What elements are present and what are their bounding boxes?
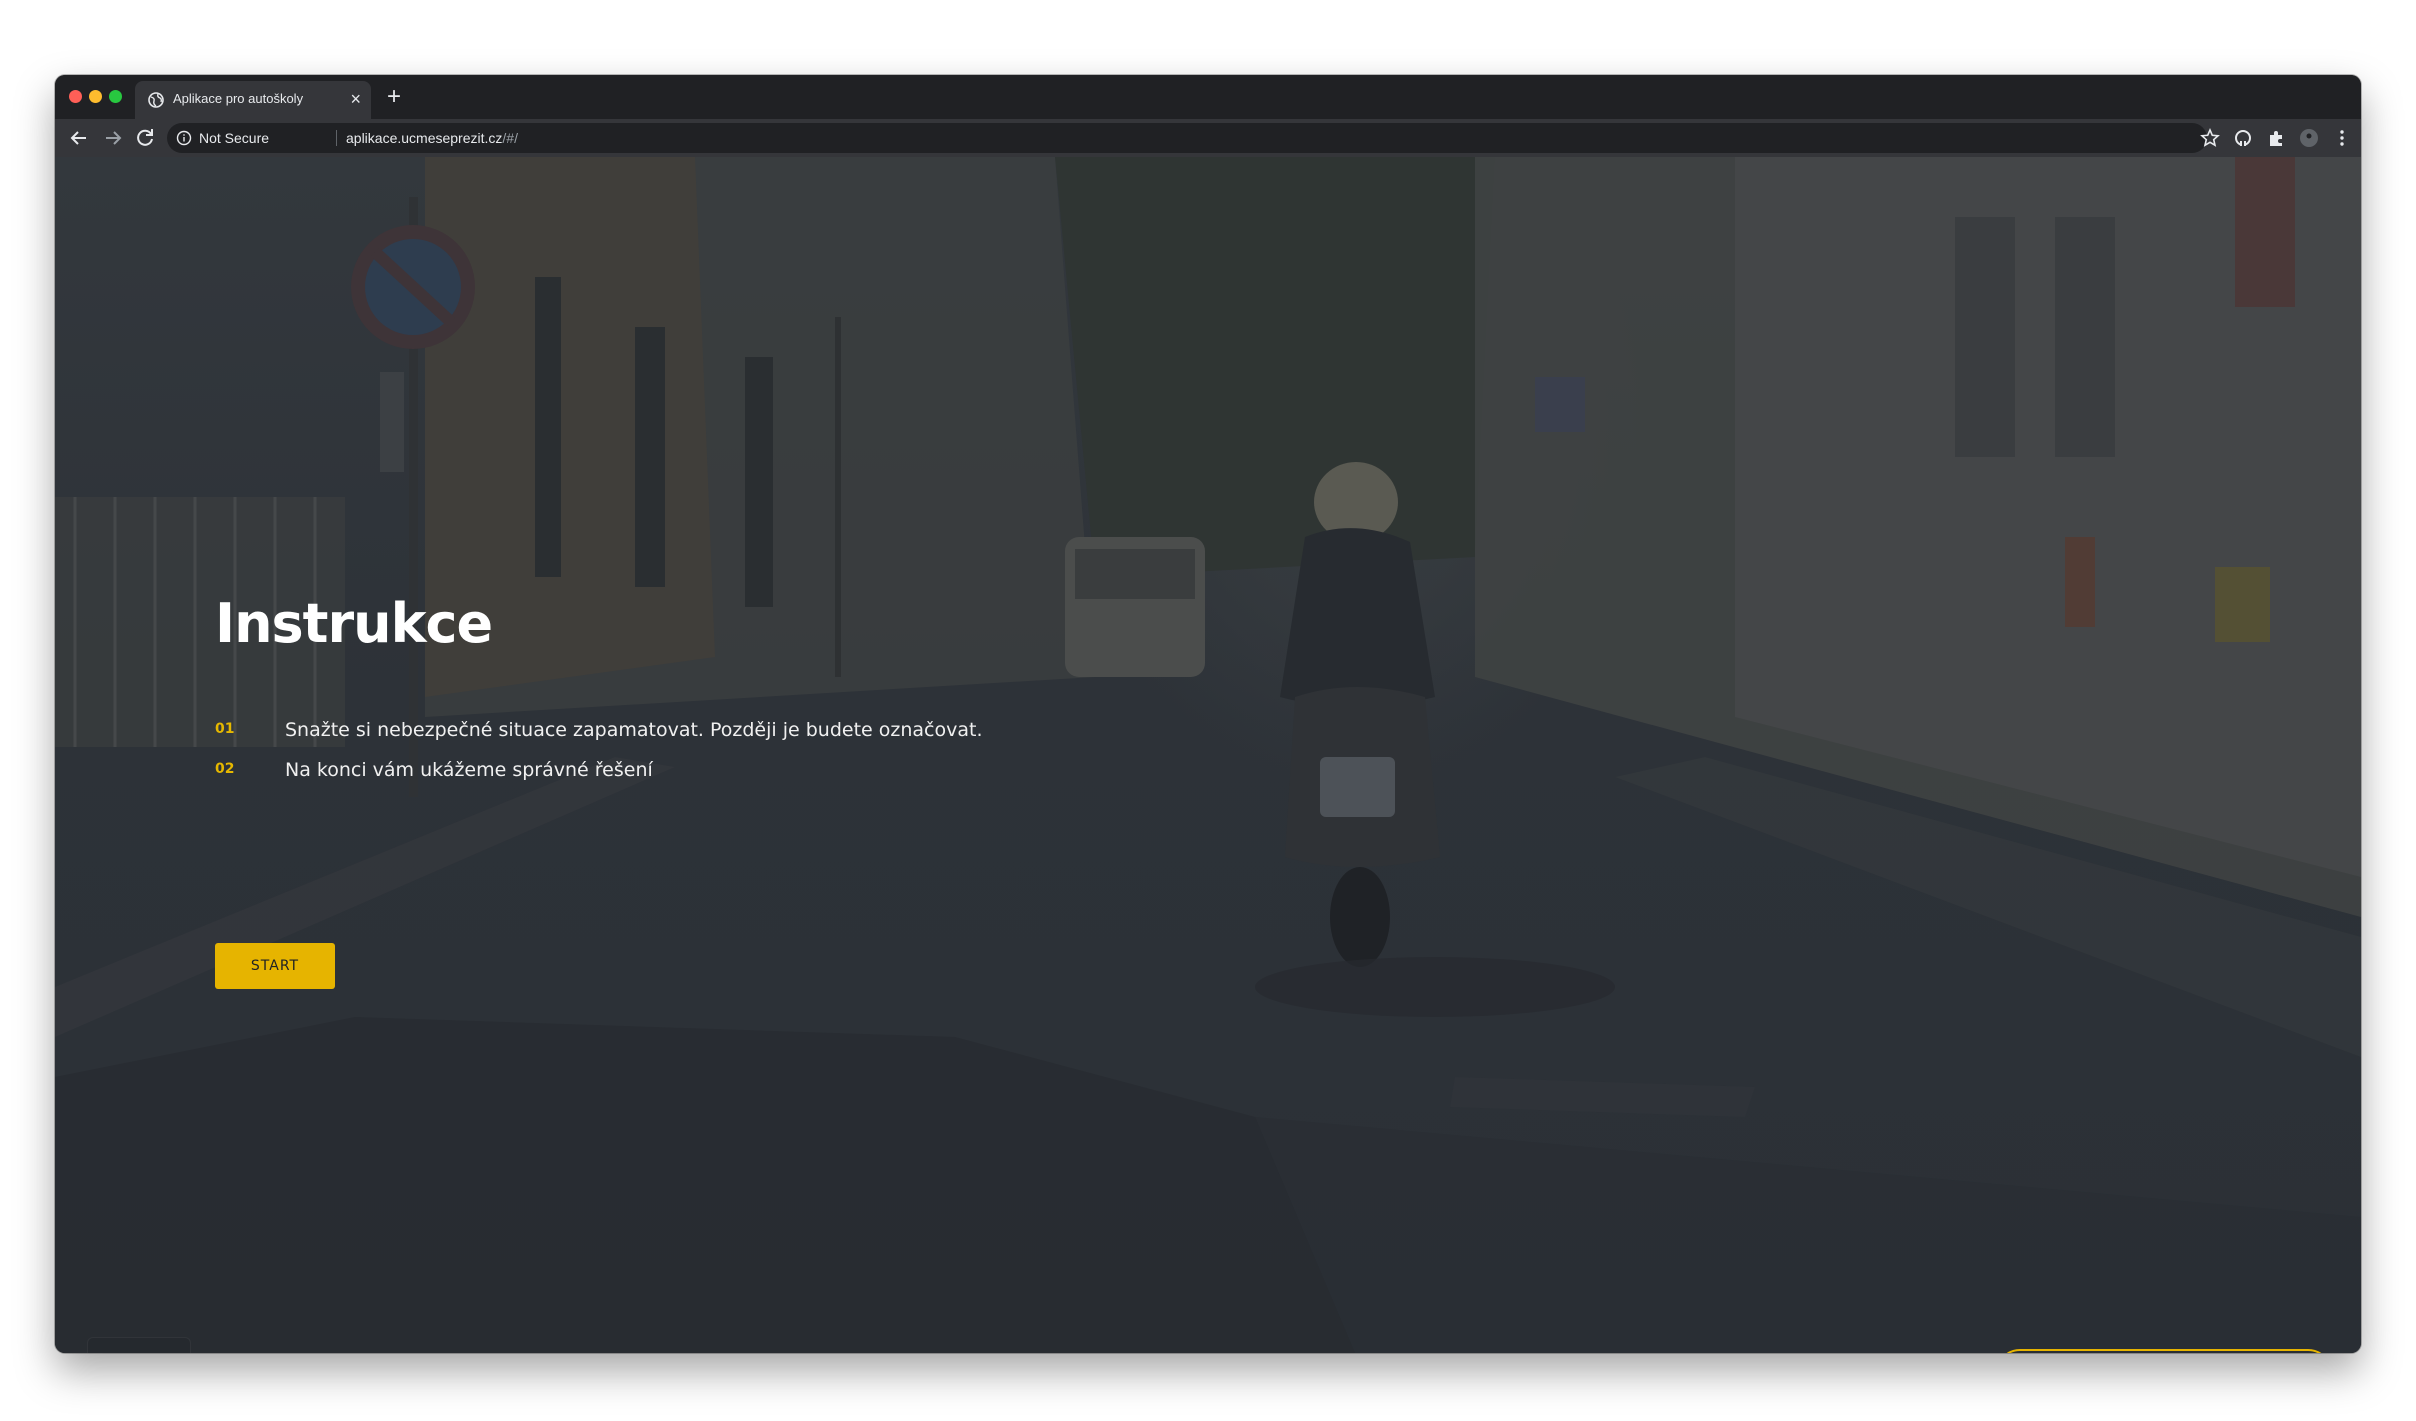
kebab-menu-icon[interactable] [2331,127,2353,149]
globe-icon [148,92,164,108]
reload-icon[interactable] [133,126,157,150]
github-icon[interactable] [2232,127,2254,149]
page-title: Instrukce [215,592,493,655]
security-label[interactable]: Not Secure [199,130,269,146]
app-viewport: Instrukce 01 Snažte si nebezpečné situac… [55,157,2361,1353]
tab-title: Aplikace pro autoškoly [173,91,304,106]
bookmark-star-icon[interactable] [2199,127,2221,149]
back-arrow-icon[interactable] [67,126,91,150]
instruction-number: 01 [215,721,235,737]
minimize-window-button[interactable] [89,90,102,103]
maximize-window-button[interactable] [109,90,122,103]
quality-selector[interactable]: 720p [87,1337,191,1353]
new-tab-icon[interactable]: + [387,83,401,111]
browser-tab[interactable]: Aplikace pro autoškoly × [135,81,371,119]
tab-close-icon[interactable]: × [350,87,361,111]
tab-strip: Aplikace pro autoškoly × + [55,75,2361,119]
forward-arrow-icon[interactable] [101,126,125,150]
instruction-text: Na konci vám ukážeme správné řešení [285,759,653,781]
address-bar[interactable]: Not Secure aplikace.ucmeseprezit.cz/#/ [167,123,2207,153]
address-divider [336,130,337,146]
instruction-text: Snažte si nebezpečné situace zapamatovat… [285,719,983,741]
instruction-number: 02 [215,761,235,777]
browser-window: Aplikace pro autoškoly × + Not Secure ap… [55,75,2361,1353]
close-window-button[interactable] [69,90,82,103]
browser-toolbar: Not Secure aplikace.ucmeseprezit.cz/#/ [55,119,2361,157]
extensions-puzzle-icon[interactable] [2265,127,2287,149]
playback-controls: intro 5 s [1996,1349,2332,1353]
street-video-background [55,157,2361,1353]
start-button[interactable]: START [215,943,335,989]
profile-avatar[interactable] [2298,127,2320,149]
info-icon[interactable] [176,130,192,146]
url-text[interactable]: aplikace.ucmeseprezit.cz/#/ [346,130,518,146]
